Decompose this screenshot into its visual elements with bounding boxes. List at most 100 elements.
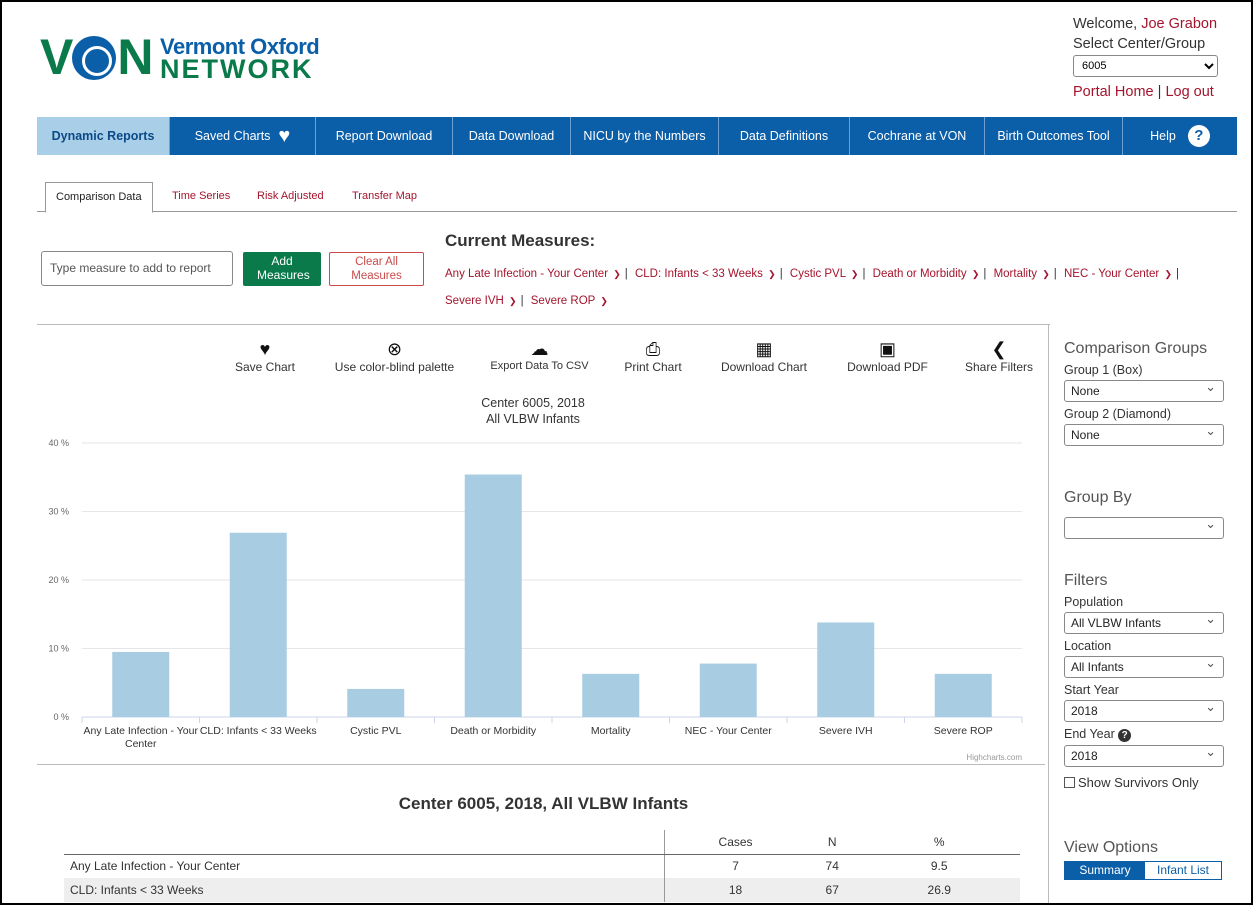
von-logo[interactable]: VN Vermont Oxford NETWORK: [40, 29, 330, 85]
nav-label: NICU by the Numbers: [583, 129, 706, 143]
summary-toggle-button[interactable]: Summary: [1065, 862, 1145, 879]
chevron-down-icon: ❯: [971, 269, 980, 279]
chart-credits[interactable]: Highcharts.com: [966, 753, 1022, 762]
measure-chip[interactable]: Death or Morbidity ❯: [873, 268, 980, 280]
nav-help[interactable]: Help?: [1123, 117, 1237, 155]
export-csv-label: Export Data To CSV: [490, 360, 589, 372]
nav-label: Saved Charts: [194, 129, 271, 143]
report-tabs: Comparison Data Time Series Risk Adjuste…: [37, 182, 1237, 213]
tab-transfer-map[interactable]: Transfer Map: [352, 182, 417, 212]
tab-comparison-data[interactable]: Comparison Data: [45, 182, 153, 213]
share-filters-button[interactable]: ❮ Share Filters: [959, 338, 1039, 374]
nav-birth-outcomes[interactable]: Birth Outcomes Tool: [985, 117, 1123, 155]
link-separator: |: [1157, 84, 1162, 100]
current-measures-list: Any Late Infection - Your Center ❯ | CLD:…: [445, 268, 1179, 307]
user-name-link[interactable]: Joe Grabon: [1141, 16, 1217, 32]
nav-data-definitions[interactable]: Data Definitions: [719, 117, 850, 155]
portal-links: Portal Home | Log out: [1073, 84, 1233, 100]
tab-time-series[interactable]: Time Series: [172, 182, 230, 212]
download-pdf-label: Download PDF: [847, 360, 928, 374]
x-tick-label: Severe IVH: [819, 725, 873, 737]
nav-saved-charts[interactable]: Saved Charts ♥: [170, 117, 316, 155]
share-icon: ❮: [991, 339, 1007, 359]
download-chart-button[interactable]: ▦ Download Chart: [714, 338, 814, 374]
measure-search-input[interactable]: Type measure to add to report: [41, 251, 233, 286]
clear-measures-button[interactable]: Clear All Measures: [329, 252, 424, 286]
measure-label: Severe IVH: [445, 295, 504, 307]
nav-label: Report Download: [335, 129, 433, 143]
y-tick-label: 30 %: [48, 507, 69, 517]
save-chart-label: Save Chart: [234, 360, 296, 374]
x-tick-label-line: Center: [125, 738, 157, 750]
location-select[interactable]: All Infants: [1064, 653, 1224, 678]
measure-chip[interactable]: Severe IVH ❯: [445, 295, 517, 307]
measure-chip[interactable]: Mortality ❯: [994, 268, 1050, 280]
row-pct: 26.9: [858, 878, 1020, 902]
filters-title: Filters: [1064, 572, 1108, 589]
help-icon[interactable]: ?: [1118, 729, 1132, 742]
chart-subtitle: All VLBW Infants: [486, 412, 580, 426]
measure-label: Death or Morbidity: [872, 268, 967, 280]
x-tick-label: Cystic PVL: [350, 725, 402, 737]
group-by-select[interactable]: [1064, 514, 1224, 539]
center-select[interactable]: 6005: [1073, 55, 1218, 77]
nav-report-download[interactable]: Report Download: [316, 117, 453, 155]
color-blind-button[interactable]: ⊗ Use color-blind palette: [327, 338, 462, 374]
save-chart-button[interactable]: ♥ Save Chart: [230, 338, 300, 374]
nav-cochrane[interactable]: Cochrane at VON: [850, 117, 985, 155]
start-year-select[interactable]: 2018: [1064, 697, 1224, 722]
infant-list-toggle-button[interactable]: Infant List: [1145, 862, 1221, 879]
y-tick-label: 40 %: [48, 438, 69, 448]
measure-chip[interactable]: Cystic PVL ❯: [790, 268, 859, 280]
measure-chip[interactable]: Severe ROP ❯: [531, 295, 608, 307]
user-panel: Welcome, Joe Grabon Select Center/Group …: [1073, 16, 1233, 100]
bar: [229, 532, 287, 717]
nav-nicu-by-the-numbers[interactable]: NICU by the Numbers: [571, 117, 719, 155]
chart-title: Center 6005, 2018: [481, 396, 585, 410]
clear-measures-label: Clear All Measures: [351, 256, 402, 282]
table-header-name: [64, 830, 666, 855]
chevron-down-icon: ❯: [1164, 269, 1172, 279]
row-n: 67: [805, 878, 859, 902]
portal-home-link[interactable]: Portal Home: [1073, 84, 1154, 100]
end-year-select[interactable]: 2018: [1064, 742, 1224, 767]
y-tick-label: 20 %: [48, 575, 69, 585]
measure-label: Any Late Infection - Your Center: [445, 268, 609, 280]
group2-select[interactable]: None: [1064, 421, 1224, 446]
add-measures-button[interactable]: Add Measures: [243, 252, 321, 286]
group2-label: Group 2 (Diamond): [1064, 407, 1171, 421]
table-header-n: N: [805, 830, 859, 855]
table-title: Center 6005, 2018, All VLBW Infants: [398, 794, 689, 813]
group1-select[interactable]: None: [1064, 377, 1224, 402]
chevron-down-icon: ❯: [768, 269, 776, 279]
measure-chip[interactable]: Any Late Infection - Your Center ❯: [445, 268, 621, 280]
measure-label: Cystic PVL: [789, 268, 846, 280]
view-options-title: View Options: [1064, 839, 1158, 856]
row-cases: 7: [732, 859, 739, 874]
heart-icon: ♥: [278, 125, 291, 147]
download-chart-label: Download Chart: [720, 360, 808, 374]
population-select[interactable]: All VLBW Infants: [1064, 609, 1224, 634]
download-pdf-button[interactable]: ▣ Download PDF: [840, 338, 935, 374]
measure-chip[interactable]: NEC - Your Center ❯: [1064, 268, 1172, 280]
bar: [817, 622, 875, 717]
table-row: Any Late Infection - Your Center 7 74 9.…: [64, 854, 1020, 878]
measure-chip[interactable]: CLD: Infants < 33 Weeks ❯: [635, 268, 776, 280]
x-tick-label: NEC - Your Center: [685, 725, 772, 737]
end-year-label: End Year: [1064, 727, 1115, 741]
table-row: CLD: Infants < 33 Weeks 18 67 26.9: [64, 878, 1020, 902]
printer-icon: ⎙: [645, 339, 661, 359]
export-csv-button[interactable]: ☁ Export Data To CSV: [487, 338, 592, 372]
show-survivors-checkbox[interactable]: Show Survivors Only: [1064, 775, 1224, 790]
logout-link[interactable]: Log out: [1165, 84, 1213, 100]
print-chart-button[interactable]: ⎙ Print Chart: [617, 338, 689, 374]
y-tick-label: 10 %: [48, 644, 69, 654]
show-survivors-label: Show Survivors Only: [1078, 775, 1199, 790]
table-header-pct: %: [858, 830, 1020, 855]
tab-risk-adjusted[interactable]: Risk Adjusted: [257, 182, 324, 212]
nav-dynamic-reports[interactable]: Dynamic Reports: [37, 117, 170, 155]
x-tick-label: Mortality: [591, 725, 631, 737]
nav-data-download[interactable]: Data Download: [453, 117, 571, 155]
cloud-download-icon: ☁: [530, 339, 549, 359]
row-pct: 9.5: [930, 859, 948, 874]
